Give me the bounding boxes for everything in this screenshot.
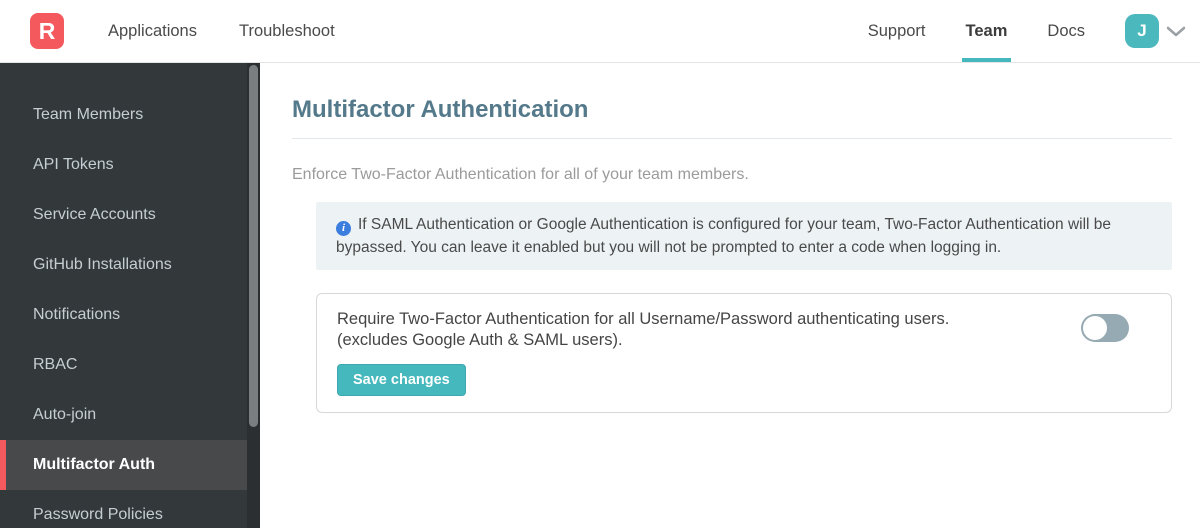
sidebar-item-github-installations[interactable]: GitHub Installations <box>0 240 247 290</box>
alert-text: If SAML Authentication or Google Authent… <box>336 216 1112 256</box>
require-2fa-toggle[interactable] <box>1081 314 1129 342</box>
nav-item-troubleshoot[interactable]: Troubleshoot <box>239 0 335 62</box>
sidebar-item-notifications[interactable]: Notifications <box>0 290 247 340</box>
info-icon: i <box>336 221 351 236</box>
toggle-knob[interactable] <box>1083 316 1107 340</box>
brand-logo-icon[interactable]: R <box>30 13 64 49</box>
nav-item-docs[interactable]: Docs <box>1047 0 1085 62</box>
secondary-nav: Support Team Docs J <box>868 0 1186 62</box>
two-factor-requirement-card: Require Two-Factor Authentication for al… <box>316 293 1172 413</box>
chevron-down-icon[interactable] <box>1166 26 1186 37</box>
nav-item-team[interactable]: Team <box>961 0 1012 62</box>
sidebar-item-rbac[interactable]: RBAC <box>0 340 247 390</box>
requirement-text-line2: (excludes Google Auth & SAML users). <box>337 331 623 349</box>
top-navigation-bar: R Applications Troubleshoot Support Team… <box>0 0 1200 63</box>
save-changes-button[interactable]: Save changes <box>337 364 466 396</box>
saml-bypass-info-alert: i If SAML Authentication or Google Authen… <box>316 202 1172 270</box>
sidebar-item-team-members[interactable]: Team Members <box>0 90 247 140</box>
settings-sidebar: Team Members API Tokens Service Accounts… <box>0 63 260 528</box>
sidebar-item-service-accounts[interactable]: Service Accounts <box>0 190 247 240</box>
sidebar-scrollbar-thumb[interactable] <box>249 65 258 427</box>
page-description: Enforce Two-Factor Authentication for al… <box>292 166 749 183</box>
nav-item-support[interactable]: Support <box>868 0 926 62</box>
user-menu[interactable]: J <box>1125 0 1186 62</box>
requirement-text: Require Two-Factor Authentication for al… <box>337 309 1037 351</box>
requirement-text-line1: Require Two-Factor Authentication for al… <box>337 310 950 328</box>
settings-section: i If SAML Authentication or Google Authen… <box>316 202 1172 413</box>
sidebar-item-api-tokens[interactable]: API Tokens <box>0 140 247 190</box>
sidebar-item-multifactor-auth[interactable]: Multifactor Auth <box>0 440 247 490</box>
sidebar-scrollbar-track[interactable] <box>247 63 260 528</box>
main-content: Multifactor Authentication Enforce Two-F… <box>260 63 1200 528</box>
nav-item-applications[interactable]: Applications <box>108 0 197 62</box>
sidebar-item-auto-join[interactable]: Auto-join <box>0 390 247 440</box>
sidebar-item-password-policies[interactable]: Password Policies <box>0 490 247 528</box>
page: R Applications Troubleshoot Support Team… <box>0 0 1200 528</box>
title-divider <box>292 138 1172 139</box>
page-title: Multifactor Authentication <box>292 96 589 123</box>
primary-nav: Applications Troubleshoot <box>108 0 335 62</box>
avatar[interactable]: J <box>1125 14 1159 48</box>
